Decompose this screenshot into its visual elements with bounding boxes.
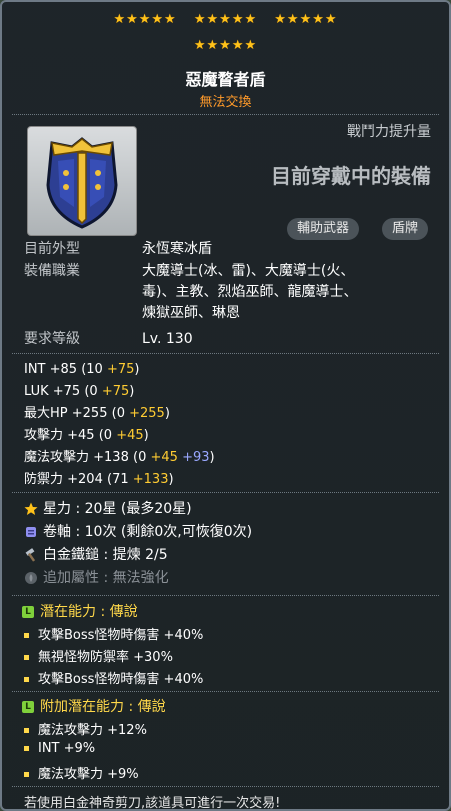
- bonus-potential-title: 附加潛在能力 : 傳說: [40, 699, 166, 715]
- stat-total: +75: [48, 384, 85, 399]
- stat-base: 0: [116, 406, 125, 421]
- shield-icon: [46, 137, 118, 229]
- additional-option-value: 無法強化: [112, 570, 169, 586]
- star-row-2: ★★★★★: [2, 38, 449, 54]
- potential-line: 無視怪物防禦率 +30%: [24, 646, 173, 665]
- tradeability-status: 無法交換: [199, 95, 252, 110]
- combat-power-label: 戰鬥力提升量: [347, 124, 431, 140]
- stat-total: +45: [63, 428, 99, 443]
- stat-bonus: +255: [129, 406, 165, 421]
- item-category-badge: 輔助武器: [287, 218, 360, 240]
- level-label: 要求等級: [24, 331, 80, 347]
- scroll-icon: [26, 527, 36, 537]
- star-icon: [24, 502, 38, 515]
- starforce-row: 星力 : 20星 (最多20星): [24, 499, 192, 519]
- item-icon-frame: [27, 126, 137, 236]
- divider: [12, 786, 439, 787]
- potential-line: 攻擊Boss怪物時傷害 +40%: [24, 624, 203, 643]
- star-group: ★★★★★: [193, 12, 258, 27]
- divider: [12, 595, 439, 596]
- stat-base: 71: [112, 472, 129, 487]
- flame-icon: [25, 572, 37, 584]
- level-value: Lv. 130: [142, 331, 193, 347]
- appearance-value: 永恆寒冰盾: [142, 241, 212, 257]
- potential-header: L 潛在能力 : 傳說: [22, 601, 138, 621]
- stat-row: INT +85 (10 +75): [24, 362, 140, 377]
- stat-row: LUK +75 (0 +75): [24, 384, 135, 399]
- divider: [12, 492, 439, 493]
- stat-row: 防禦力 +204 (71 +133): [24, 472, 174, 487]
- stat-bonus: +75: [106, 362, 135, 377]
- hammer-row: 白金鐵鎚 : 提煉 2/5: [24, 545, 168, 565]
- item-type-badge: 盾牌: [382, 218, 429, 240]
- stat-name: 攻擊力: [24, 428, 64, 443]
- stat-name: 最大HP: [24, 406, 68, 421]
- trade-hint: 若使用白金神奇剪刀,該道具可進行一次交易!: [24, 796, 281, 811]
- bonus-potential-header: L 附加潛在能力 : 傳說: [22, 696, 166, 716]
- stat-name: INT: [24, 362, 46, 377]
- stat-bonus: +133: [132, 472, 169, 487]
- hammer-value: 提煉 2/5: [112, 547, 168, 563]
- starforce-value: 20星 (最多20星): [84, 501, 192, 517]
- stat-name: 魔法攻擊力: [24, 450, 90, 465]
- scroll-row: 卷軸 : 10次 (剩餘0次,可恢復0次): [24, 522, 252, 542]
- bonus-potential-line: 魔法攻擊力 +9%: [24, 763, 139, 782]
- appearance-label: 目前外型: [24, 241, 80, 257]
- hammer-label: 白金鐵鎚: [43, 547, 99, 563]
- stat-bonus: +45: [150, 450, 178, 465]
- scroll-label: 卷軸: [43, 524, 71, 540]
- divider: [12, 691, 439, 692]
- additional-option-label: 追加屬性: [43, 570, 99, 586]
- star-row-1: ★★★★★ ★★★★★ ★★★★★: [2, 12, 449, 28]
- starforce-label: 星力: [43, 501, 71, 517]
- stat-total: +138: [89, 450, 133, 465]
- stat-bonus: +93: [182, 450, 210, 465]
- stat-row: 攻擊力 +45 (0 +45): [24, 428, 149, 443]
- jobs-line: 煉獄巫師、琳恩: [142, 305, 240, 321]
- stat-total: +204: [63, 472, 107, 487]
- item-name: 惡魔瞀者盾: [185, 70, 266, 89]
- equipped-status: 目前穿戴中的裝備: [271, 164, 431, 188]
- additional-option-row: 追加屬性 : 無法強化: [24, 568, 169, 588]
- jobs-list: 大魔導士(冰、雷)、大魔導士(火、 毒)、主教、烈焰巫師、龍魔導士、 煉獄巫師、…: [142, 261, 417, 324]
- bonus-potential-line: INT +9%: [24, 741, 95, 756]
- stat-row: 魔法攻擊力 +138 (0 +45 +93): [24, 450, 215, 465]
- stat-base: 0: [138, 450, 147, 465]
- potential-line: 攻擊Boss怪物時傷害 +40%: [24, 668, 203, 687]
- divider: [12, 353, 439, 354]
- star-group: ★★★★★: [274, 12, 338, 27]
- potential-title: 潛在能力 : 傳說: [40, 604, 138, 620]
- bonus-potential-line: 魔法攻擊力 +12%: [24, 719, 147, 738]
- stat-name: LUK: [24, 384, 49, 399]
- divider: [12, 114, 439, 115]
- stat-total: +85: [45, 362, 82, 377]
- stat-total: +255: [67, 406, 112, 421]
- potential-icon: L: [22, 606, 34, 618]
- potential-icon: L: [22, 701, 34, 713]
- scroll-value: 10次 (剩餘0次,可恢復0次): [84, 524, 253, 540]
- stat-bonus: +75: [101, 384, 130, 399]
- stat-row: 最大HP +255 (0 +255): [24, 406, 170, 421]
- stat-base: 0: [89, 384, 98, 399]
- stat-bonus: +45: [116, 428, 144, 443]
- stat-name: 防禦力: [24, 472, 64, 487]
- star-group: ★★★★★: [113, 12, 177, 27]
- star-group: ★★★★★: [193, 38, 258, 53]
- hammer-icon: [25, 548, 36, 562]
- jobs-line: 毒)、主教、烈焰巫師、龍魔導士、: [142, 284, 358, 300]
- item-tooltip: ★★★★★ ★★★★★ ★★★★★ ★★★★★ 惡魔瞀者盾 無法交換 戰鬥力提升…: [0, 0, 451, 811]
- stat-base: 10: [86, 362, 103, 377]
- stat-base: 0: [103, 428, 113, 443]
- jobs-label: 裝備職業: [24, 263, 80, 279]
- jobs-line: 大魔導士(冰、雷)、大魔導士(火、: [142, 263, 355, 279]
